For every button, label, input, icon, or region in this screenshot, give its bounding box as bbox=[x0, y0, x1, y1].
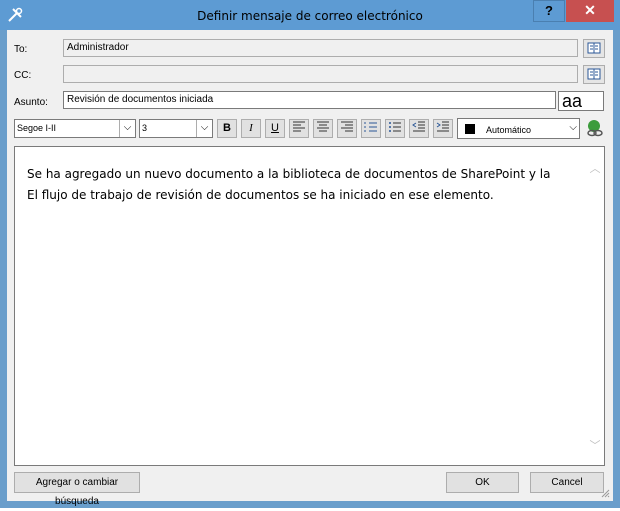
to-field[interactable]: Administrador bbox=[63, 39, 578, 57]
subject-field[interactable]: Revisión de documentos iniciada bbox=[63, 91, 556, 109]
chevron-down-icon[interactable]: ⌵ bbox=[119, 120, 135, 137]
outdent-button[interactable] bbox=[409, 119, 429, 138]
color-swatch bbox=[465, 124, 475, 134]
message-body-editor[interactable]: Se ha agregado un nuevo documento a la b… bbox=[14, 146, 605, 466]
outdent-icon bbox=[412, 121, 425, 132]
help-button[interactable]: ? bbox=[533, 0, 565, 22]
numbered-list-button[interactable] bbox=[361, 119, 381, 138]
subject-label: Asunto: bbox=[14, 97, 48, 108]
resize-grip-icon[interactable] bbox=[600, 488, 610, 498]
cc-address-book-button[interactable] bbox=[583, 65, 605, 84]
font-color-select[interactable]: Automático ⌵ bbox=[457, 118, 580, 139]
align-left-icon bbox=[293, 121, 305, 132]
hyperlink-icon bbox=[587, 120, 603, 137]
indent-button[interactable] bbox=[433, 119, 453, 138]
dialog-title: Definir mensaje de correo electrónico bbox=[197, 9, 423, 23]
font-color-value: Automático bbox=[486, 125, 532, 135]
font-name-value: Segoe I-II bbox=[17, 123, 57, 133]
cc-label: CC: bbox=[14, 70, 32, 81]
cc-field[interactable] bbox=[63, 65, 578, 83]
bold-button[interactable]: B bbox=[217, 119, 237, 138]
add-change-lookup-button[interactable]: Agregar o cambiar búsqueda bbox=[14, 472, 140, 507]
bulleted-list-icon bbox=[389, 122, 401, 132]
body-line: El flujo de trabajo de revisión de docum… bbox=[27, 188, 494, 202]
chevron-down-icon[interactable]: ⌵ bbox=[569, 122, 577, 133]
title-bar[interactable]: Definir mensaje de correo electrónico ? … bbox=[0, 0, 620, 30]
hyperlink-button[interactable] bbox=[584, 119, 605, 138]
scroll-down-icon[interactable]: ﹀ bbox=[588, 437, 602, 452]
close-button[interactable]: ✕ bbox=[566, 0, 614, 22]
ok-button[interactable]: OK bbox=[446, 472, 519, 493]
italic-button[interactable]: I bbox=[241, 119, 261, 138]
align-center-button[interactable] bbox=[313, 119, 333, 138]
align-right-button[interactable] bbox=[337, 119, 357, 138]
cancel-button[interactable]: Cancel bbox=[530, 472, 604, 493]
scroll-up-icon[interactable]: ︿ bbox=[588, 160, 602, 175]
dialog-client-area: To: Administrador CC: Asunto: Revisión d… bbox=[7, 30, 613, 507]
address-book-icon bbox=[587, 42, 601, 54]
align-left-button[interactable] bbox=[289, 119, 309, 138]
underline-button[interactable]: U bbox=[265, 119, 285, 138]
chevron-down-icon[interactable]: ⌵ bbox=[196, 120, 212, 137]
email-dialog-window: Definir mensaje de correo electrónico ? … bbox=[0, 0, 620, 508]
address-book-icon bbox=[587, 68, 601, 80]
body-line: Se ha agregado un nuevo documento a la b… bbox=[27, 167, 551, 181]
to-label: To: bbox=[14, 44, 28, 55]
indent-icon bbox=[436, 121, 449, 132]
bulleted-list-button[interactable] bbox=[385, 119, 405, 138]
font-name-select[interactable]: Segoe I-II ⌵ bbox=[14, 119, 136, 138]
align-right-icon bbox=[341, 121, 353, 132]
font-preview: aa bbox=[558, 91, 604, 111]
align-center-icon bbox=[317, 121, 329, 132]
numbered-list-icon bbox=[364, 122, 377, 132]
to-address-book-button[interactable] bbox=[583, 39, 605, 58]
font-size-value: 3 bbox=[142, 123, 148, 133]
font-size-select[interactable]: 3 ⌵ bbox=[139, 119, 213, 138]
